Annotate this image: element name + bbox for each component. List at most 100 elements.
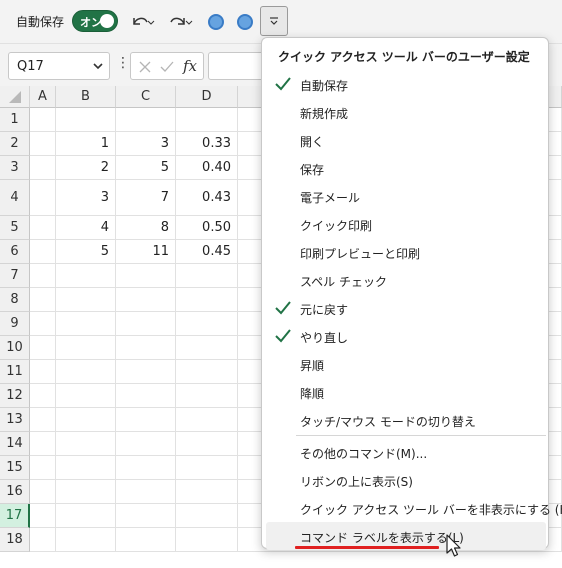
- cell-d9[interactable]: [176, 312, 238, 336]
- cell-d7[interactable]: [176, 264, 238, 288]
- menu-item[interactable]: タッチ/マウス モードの切り替え: [266, 406, 546, 434]
- cell-b10[interactable]: [56, 336, 116, 360]
- cell-d12[interactable]: [176, 384, 238, 408]
- menu-item[interactable]: 開く: [266, 126, 546, 154]
- cell-a17[interactable]: [30, 504, 56, 528]
- cell-b13[interactable]: [56, 408, 116, 432]
- menu-item[interactable]: 昇順: [266, 350, 546, 378]
- row-header[interactable]: 11: [0, 360, 30, 384]
- cell-a7[interactable]: [30, 264, 56, 288]
- menu-item[interactable]: クイック印刷: [266, 210, 546, 238]
- cell-d11[interactable]: [176, 360, 238, 384]
- cell-a5[interactable]: [30, 216, 56, 240]
- menu-item[interactable]: リボンの上に表示(S): [266, 466, 546, 494]
- menu-item[interactable]: 降順: [266, 378, 546, 406]
- cell-d2[interactable]: 0.33: [176, 132, 238, 156]
- select-all-corner[interactable]: [0, 86, 30, 108]
- cell-b16[interactable]: [56, 480, 116, 504]
- row-header[interactable]: 10: [0, 336, 30, 360]
- cell-b7[interactable]: [56, 264, 116, 288]
- customize-qat-button[interactable]: [260, 6, 288, 36]
- menu-item[interactable]: 保存: [266, 154, 546, 182]
- qat-sort-descending-button[interactable]: [235, 10, 255, 34]
- row-header[interactable]: 4: [0, 180, 30, 216]
- row-header[interactable]: 5: [0, 216, 30, 240]
- cell-a14[interactable]: [30, 432, 56, 456]
- menu-item[interactable]: 電子メール: [266, 182, 546, 210]
- cell-a12[interactable]: [30, 384, 56, 408]
- cell-d14[interactable]: [176, 432, 238, 456]
- cell-d3[interactable]: 0.40: [176, 156, 238, 180]
- cell-a8[interactable]: [30, 288, 56, 312]
- cell-b4[interactable]: 3: [56, 180, 116, 216]
- cell-d10[interactable]: [176, 336, 238, 360]
- cell-a10[interactable]: [30, 336, 56, 360]
- menu-item[interactable]: 元に戻す: [266, 294, 546, 322]
- cell-a2[interactable]: [30, 132, 56, 156]
- column-header-d[interactable]: D: [176, 86, 238, 108]
- undo-button[interactable]: [128, 10, 158, 34]
- cell-a16[interactable]: [30, 480, 56, 504]
- cell-c10[interactable]: [116, 336, 176, 360]
- row-header[interactable]: 16: [0, 480, 30, 504]
- cell-a4[interactable]: [30, 180, 56, 216]
- cell-b11[interactable]: [56, 360, 116, 384]
- column-header-a[interactable]: A: [30, 86, 56, 108]
- cell-c18[interactable]: [116, 528, 176, 552]
- cell-d15[interactable]: [176, 456, 238, 480]
- cell-c2[interactable]: 3: [116, 132, 176, 156]
- cell-c11[interactable]: [116, 360, 176, 384]
- menu-item[interactable]: 自動保存: [266, 70, 546, 98]
- row-header[interactable]: 12: [0, 384, 30, 408]
- menu-item[interactable]: その他のコマンド(M)...: [266, 438, 546, 466]
- cell-c5[interactable]: 8: [116, 216, 176, 240]
- cell-d13[interactable]: [176, 408, 238, 432]
- autosave-toggle[interactable]: オン: [72, 10, 118, 32]
- cell-c7[interactable]: [116, 264, 176, 288]
- row-header[interactable]: 15: [0, 456, 30, 480]
- cell-a13[interactable]: [30, 408, 56, 432]
- row-header[interactable]: 17: [0, 504, 30, 528]
- cancel-icon[interactable]: [138, 60, 152, 74]
- cell-c9[interactable]: [116, 312, 176, 336]
- cell-b12[interactable]: [56, 384, 116, 408]
- cell-d8[interactable]: [176, 288, 238, 312]
- cell-a18[interactable]: [30, 528, 56, 552]
- row-header[interactable]: 1: [0, 108, 30, 132]
- cell-c15[interactable]: [116, 456, 176, 480]
- row-header[interactable]: 9: [0, 312, 30, 336]
- cell-b1[interactable]: [56, 108, 116, 132]
- cell-c16[interactable]: [116, 480, 176, 504]
- row-header[interactable]: 3: [0, 156, 30, 180]
- cell-b9[interactable]: [56, 312, 116, 336]
- cell-a3[interactable]: [30, 156, 56, 180]
- menu-item[interactable]: やり直し: [266, 322, 546, 350]
- row-header[interactable]: 2: [0, 132, 30, 156]
- cell-d1[interactable]: [176, 108, 238, 132]
- cell-b3[interactable]: 2: [56, 156, 116, 180]
- column-header-c[interactable]: C: [116, 86, 176, 108]
- cell-c14[interactable]: [116, 432, 176, 456]
- cell-b18[interactable]: [56, 528, 116, 552]
- cell-d18[interactable]: [176, 528, 238, 552]
- cell-c6[interactable]: 11: [116, 240, 176, 264]
- menu-item[interactable]: スペル チェック: [266, 266, 546, 294]
- qat-sort-ascending-button[interactable]: [206, 10, 226, 34]
- insert-function-icon[interactable]: fx: [183, 57, 197, 75]
- row-header[interactable]: 7: [0, 264, 30, 288]
- cell-b14[interactable]: [56, 432, 116, 456]
- cell-a1[interactable]: [30, 108, 56, 132]
- name-box[interactable]: Q17: [8, 52, 110, 80]
- cell-c4[interactable]: 7: [116, 180, 176, 216]
- cell-b6[interactable]: 5: [56, 240, 116, 264]
- cell-d17[interactable]: [176, 504, 238, 528]
- menu-item[interactable]: クイック アクセス ツール バーを非表示にする (H): [266, 494, 562, 522]
- cell-d4[interactable]: 0.43: [176, 180, 238, 216]
- cell-c17[interactable]: [116, 504, 176, 528]
- cell-d5[interactable]: 0.50: [176, 216, 238, 240]
- cell-d6[interactable]: 0.45: [176, 240, 238, 264]
- cell-b15[interactable]: [56, 456, 116, 480]
- enter-check-icon[interactable]: [160, 60, 174, 74]
- cell-a9[interactable]: [30, 312, 56, 336]
- row-header[interactable]: 6: [0, 240, 30, 264]
